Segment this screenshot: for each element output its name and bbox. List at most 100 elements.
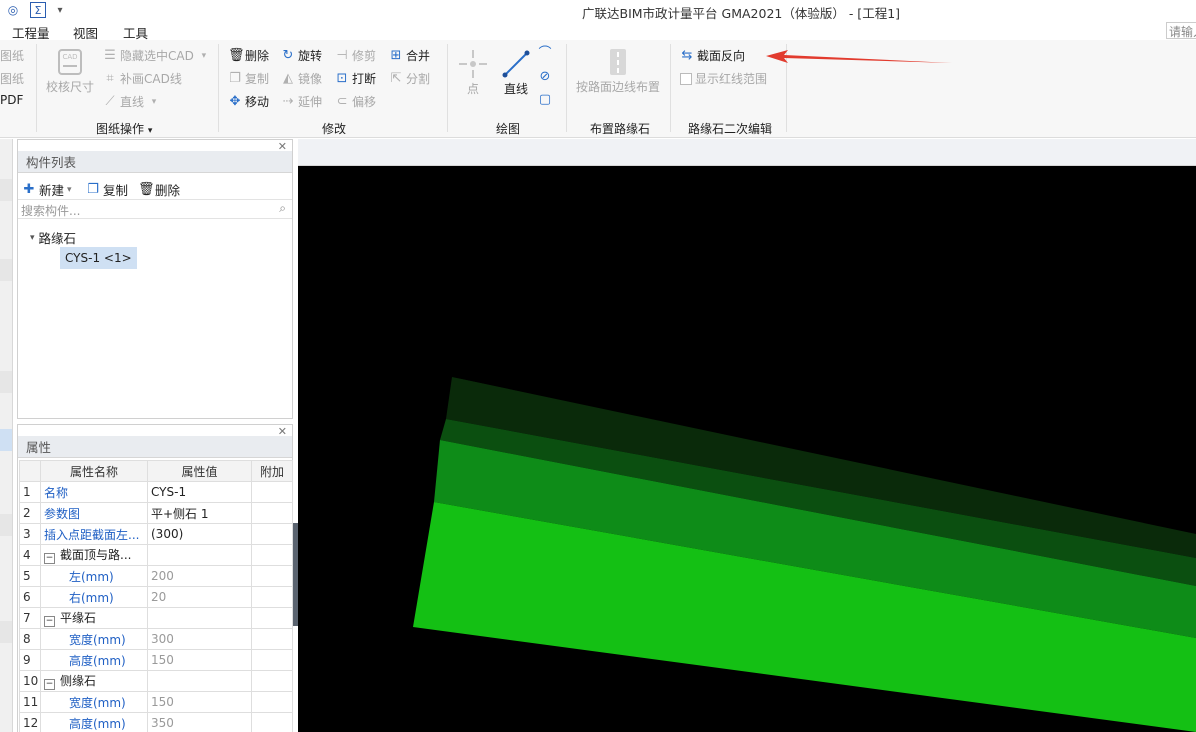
reverse-section-icon: ⇆ (681, 47, 693, 63)
draw-cad-line-button[interactable]: ⌗ 补画CAD线 (103, 70, 182, 87)
property-extra[interactable] (251, 691, 293, 713)
table-row[interactable]: 9 高度(mm) 150 (19, 649, 293, 671)
app-logo-icon[interactable]: ◎ (5, 2, 21, 18)
break-button[interactable]: ⊡ 打断 (335, 70, 376, 87)
property-extra[interactable] (251, 712, 293, 732)
mirror-button[interactable]: ◭ 镜像 (281, 70, 322, 87)
close-icon[interactable]: ✕ (278, 425, 287, 438)
row-number: 3 (19, 523, 41, 545)
straight-line-dropdown[interactable]: ⟋ 直线 ▾ (103, 93, 161, 110)
property-extra[interactable] (251, 481, 293, 503)
drawing-ops-group-label[interactable]: 图纸操作 ▾ (96, 120, 152, 137)
quick-access-dropdown-icon[interactable]: ▾ (52, 2, 68, 18)
property-extra[interactable] (251, 586, 293, 608)
property-value[interactable]: (300) (147, 523, 252, 545)
table-row[interactable]: 5 左(mm) 200 (19, 565, 293, 587)
move-label: 移动 (245, 95, 270, 109)
hide-selected-cad-button[interactable]: ☰ 隐藏选中CAD ▾ (103, 47, 211, 64)
ribbon-separator (218, 44, 219, 132)
tree-node-curb[interactable]: ▾ 路缘石 (30, 228, 76, 247)
collapse-icon[interactable]: − (44, 553, 55, 564)
header-property-name: 属性名称 (40, 460, 148, 482)
partial-drawing-item-2[interactable]: 图纸 (0, 70, 24, 87)
check-dimensions-button[interactable]: CAD 校核尺寸 (46, 46, 94, 95)
circle-button[interactable]: ⊘ (538, 70, 552, 84)
show-red-line-checkbox[interactable]: 显示红线范围 (680, 70, 767, 87)
line-button[interactable]: 直线 (500, 48, 532, 97)
sum-icon[interactable]: Σ (30, 2, 46, 18)
table-row[interactable]: 2 参数图 平+侧石 1 (19, 502, 293, 524)
merge-button[interactable]: ⊞ 合并 (389, 47, 430, 64)
property-extra[interactable] (251, 565, 293, 587)
left-nav-item[interactable] (0, 179, 12, 201)
partial-drawing-item-1[interactable]: 图纸 (0, 47, 24, 64)
property-extra[interactable] (251, 502, 293, 524)
property-value[interactable]: 150 (147, 649, 252, 671)
reverse-section-label: 截面反向 (697, 49, 746, 63)
property-extra[interactable] (251, 607, 293, 629)
move-button[interactable]: ✥ 移动 (228, 93, 269, 110)
table-row-group[interactable]: 4 − 截面顶与路... (19, 544, 293, 566)
collapse-icon[interactable]: − (44, 616, 55, 627)
tree-leaf-cys1[interactable]: CYS-1 <1> (60, 247, 137, 269)
split-button[interactable]: ⇱ 分割 (389, 70, 430, 87)
delete-component-button[interactable]: 🗑 删除 (138, 180, 180, 199)
row-number: 10 (19, 670, 41, 692)
table-row-group[interactable]: 10 − 侧缘石 (19, 670, 293, 692)
trim-button[interactable]: ⊣ 修剪 (335, 47, 376, 64)
left-nav-item[interactable] (0, 371, 12, 393)
property-value[interactable]: 平+侧石 1 (147, 502, 252, 524)
property-extra[interactable] (251, 670, 293, 692)
property-value[interactable] (147, 544, 252, 566)
property-value[interactable] (147, 607, 252, 629)
property-value[interactable]: 200 (147, 565, 252, 587)
collapse-icon[interactable]: − (44, 679, 55, 690)
point-label: 点 (466, 82, 479, 96)
property-value[interactable] (147, 670, 252, 692)
table-row[interactable]: 3 插入点距截面左... (300) (19, 523, 293, 545)
property-value[interactable]: 300 (147, 628, 252, 650)
table-row[interactable]: 12 高度(mm) 350 (19, 712, 293, 732)
left-nav-item-selected[interactable] (0, 429, 12, 451)
left-nav-item[interactable] (0, 621, 12, 643)
table-row[interactable]: 11 宽度(mm) 150 (19, 691, 293, 713)
copy-button[interactable]: ❐ 复制 (228, 70, 269, 87)
table-row[interactable]: 1 名称 CYS-1 (19, 481, 293, 503)
table-row[interactable]: 8 宽度(mm) 300 (19, 628, 293, 650)
partial-pdf-item[interactable]: PDF (0, 93, 23, 107)
place-by-road-edge-button[interactable]: 按路面边线布置 (576, 46, 660, 95)
property-extra[interactable] (251, 649, 293, 671)
drawing-canvas[interactable] (298, 166, 1196, 732)
delete-button[interactable]: 🗑 删除 (228, 47, 269, 64)
property-extra[interactable] (251, 544, 293, 566)
property-value[interactable]: 350 (147, 712, 252, 732)
split-label: 分割 (406, 72, 431, 86)
rotate-button[interactable]: ↻ 旋转 (281, 47, 322, 64)
new-component-button[interactable]: ✚ 新建 ▾ (22, 180, 72, 199)
close-icon[interactable]: ✕ (278, 140, 287, 153)
rotate-icon: ↻ (282, 47, 294, 63)
left-nav-item[interactable] (0, 259, 12, 281)
extend-button[interactable]: ⇢ 延伸 (281, 93, 322, 110)
rectangle-button[interactable]: ▢ (538, 93, 552, 107)
property-extra[interactable] (251, 523, 293, 545)
table-row[interactable]: 6 右(mm) 20 (19, 586, 293, 608)
property-value[interactable]: 150 (147, 691, 252, 713)
search-icon[interactable]: ⌕ (279, 201, 286, 216)
property-extra[interactable] (251, 628, 293, 650)
reverse-section-button[interactable]: ⇆ 截面反向 (680, 47, 745, 64)
component-search-input[interactable]: 搜索构件... ⌕ (18, 199, 292, 219)
checkbox-box[interactable] (680, 72, 692, 85)
offset-button[interactable]: ⊂ 偏移 (335, 93, 376, 110)
point-button[interactable]: 点 (457, 48, 489, 97)
property-value[interactable]: CYS-1 (147, 481, 252, 503)
property-group-label: 截面顶与路... (60, 548, 132, 562)
tree-expand-icon[interactable]: ▾ (30, 233, 35, 243)
table-row-group[interactable]: 7 − 平缘石 (19, 607, 293, 629)
copy-component-button[interactable]: ❐ 复制 (86, 180, 128, 199)
row-number: 12 (19, 712, 41, 732)
help-search-input[interactable]: 请输入 (1166, 22, 1196, 39)
property-value[interactable]: 20 (147, 586, 252, 608)
left-nav-item[interactable] (0, 514, 12, 536)
arc-button[interactable]: ⌒ (538, 47, 552, 61)
